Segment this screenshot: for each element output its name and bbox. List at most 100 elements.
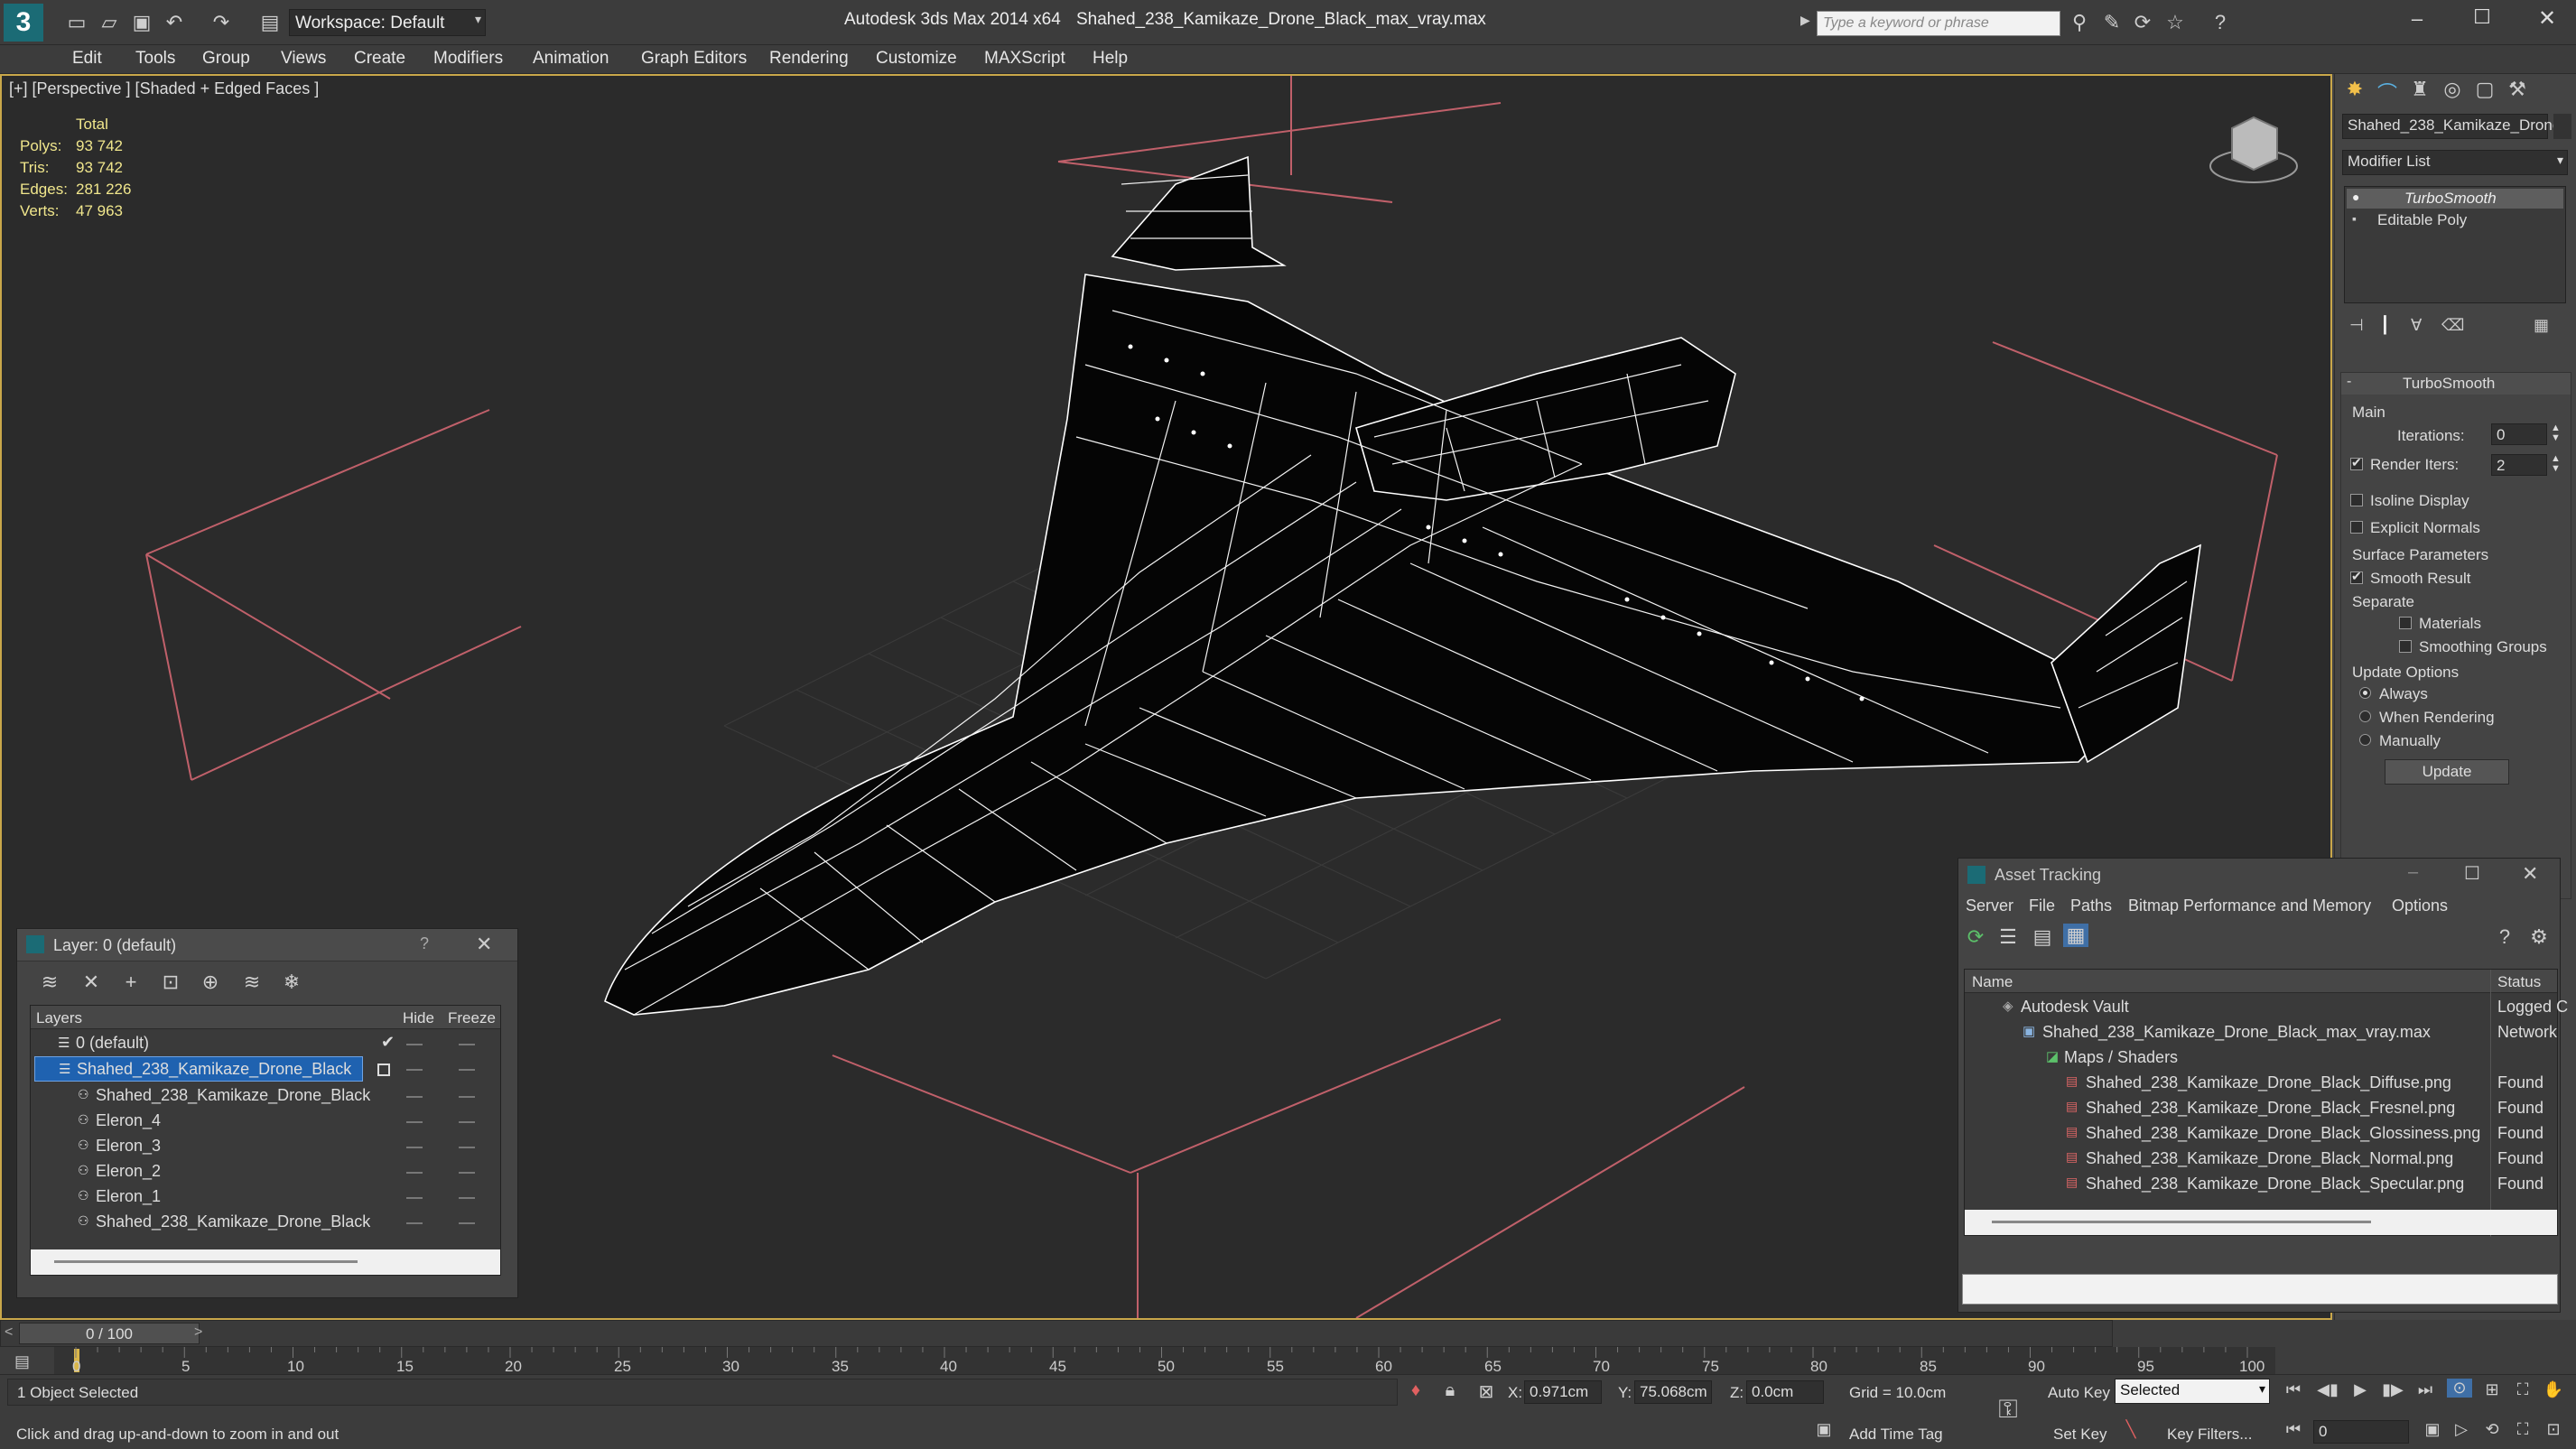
make-unique-icon[interactable]: ∀ <box>2411 316 2432 338</box>
list-view-icon[interactable]: ☰ <box>1996 925 2020 949</box>
next-key-icon[interactable]: ▮▶ <box>2380 1380 2405 1399</box>
spinner-arrows-icon[interactable]: ▲ ▼ <box>2551 423 2561 443</box>
asset-row[interactable]: ▤ Shahed_238_Kamikaze_Drone_Black_Specul… <box>1965 1172 2557 1197</box>
hide-toggle[interactable] <box>406 1096 423 1098</box>
open-file-icon[interactable]: ▱ <box>98 11 121 34</box>
asset-menu-file[interactable]: File <box>2029 896 2055 915</box>
create-tab-icon[interactable]: ✸ <box>2342 78 2367 103</box>
create-layer-icon[interactable]: ≋ <box>37 971 62 994</box>
iterations-spinner[interactable]: 0 <box>2491 423 2547 445</box>
menu-animation[interactable]: Animation <box>533 49 609 69</box>
smoothing-groups-checkbox[interactable] <box>2399 640 2412 653</box>
hide-toggle[interactable] <box>406 1172 423 1174</box>
layer-current-toggle[interactable] <box>377 1064 390 1076</box>
play-icon[interactable]: ▶ <box>2348 1380 2373 1399</box>
smooth-result-checkbox[interactable] <box>2350 569 2363 584</box>
hierarchy-tab-icon[interactable]: ♜ <box>2407 78 2432 103</box>
stack-item-editable-poly[interactable]: ▪ Editable Poly <box>2347 210 2563 230</box>
project-folder-icon[interactable]: ▤ <box>258 11 282 34</box>
layer-row[interactable]: ⚇ Eleron_4 <box>31 1109 500 1134</box>
horizontal-scrollbar[interactable] <box>31 1249 500 1275</box>
app-logo-icon[interactable]: 3 <box>4 4 43 42</box>
menu-customize[interactable]: Customize <box>876 49 957 69</box>
highlight-layer-icon[interactable]: ⊕ <box>198 971 223 994</box>
layer-window-titlebar[interactable]: Layer: 0 (default) ? ✕ <box>17 929 517 961</box>
freeze-toggle[interactable] <box>459 1197 475 1199</box>
pan-view-icon[interactable]: ✋ <box>2541 1380 2566 1399</box>
explicit-normals-checkbox[interactable] <box>2350 521 2363 534</box>
workspace-dropdown[interactable]: Workspace: Default ▾ <box>289 9 486 36</box>
key-mode-icon[interactable]: ⏮ <box>2281 1420 2306 1439</box>
scrollbar-thumb[interactable] <box>54 1260 358 1263</box>
help-icon[interactable]: ? <box>2209 11 2232 34</box>
delete-layer-icon[interactable]: ✕ <box>79 971 104 994</box>
asset-menu-server[interactable]: Server <box>1966 896 2013 915</box>
modify-tab-icon[interactable]: ⌒ <box>2375 78 2400 105</box>
close-icon[interactable]: ✕ <box>476 933 492 956</box>
active-layer-checkmark-icon[interactable]: ✔ <box>381 1033 395 1052</box>
freeze-toggle[interactable] <box>459 1172 475 1174</box>
layer-row[interactable]: ⚇ Eleron_1 <box>31 1184 500 1210</box>
asset-row[interactable]: ▤ Shahed_238_Kamikaze_Drone_Black_Fresne… <box>1965 1096 2557 1121</box>
render-iters-spinner[interactable]: 2 <box>2491 454 2547 476</box>
maximize-icon[interactable]: ☐ <box>2464 862 2480 885</box>
maximize-viewport-icon[interactable]: ⛶ <box>2510 1420 2535 1439</box>
materials-checkbox[interactable] <box>2399 617 2412 629</box>
hide-toggle[interactable] <box>406 1121 423 1123</box>
goto-start-icon[interactable]: ⏮ <box>2281 1380 2306 1399</box>
next-frame-icon[interactable]: > <box>194 1324 202 1341</box>
z-coordinate-field[interactable]: 0.0cm <box>1746 1380 1824 1404</box>
field-of-view-icon[interactable]: ⛶ <box>2510 1380 2535 1399</box>
hide-all-icon[interactable]: ≋ <box>239 971 265 994</box>
key-selection-dropdown[interactable]: Selected ▾ <box>2115 1379 2270 1404</box>
layer-row[interactable]: ⚇ Shahed_238_Kamikaze_Drone_Black <box>31 1083 500 1109</box>
manually-radio[interactable] <box>2359 734 2371 746</box>
auto-key-button[interactable]: Auto Key <box>2048 1384 2110 1402</box>
favorites-icon[interactable]: ☆ <box>2163 11 2187 34</box>
time-tag-icon[interactable]: ▣ <box>1813 1420 1835 1439</box>
menu-maxscript[interactable]: MAXScript <box>984 49 1065 69</box>
asset-menu-options[interactable]: Options <box>2392 896 2448 915</box>
display-tab-icon[interactable]: ▢ <box>2472 78 2497 103</box>
hide-toggle[interactable] <box>406 1147 423 1148</box>
isolate-selection-icon[interactable]: ♦ <box>1405 1380 1427 1401</box>
menu-create[interactable]: Create <box>354 49 405 69</box>
layer-help-button[interactable]: ? <box>420 934 429 953</box>
show-end-result-icon[interactable]: ┃ <box>2380 316 2402 338</box>
current-frame-field[interactable]: 0 <box>2313 1420 2409 1444</box>
freeze-toggle[interactable] <box>459 1121 475 1123</box>
key-icon[interactable]: ⚿ <box>1992 1395 2024 1425</box>
freeze-toggle[interactable] <box>459 1044 475 1045</box>
save-icon[interactable]: ▣ <box>130 11 153 34</box>
isoline-checkbox[interactable] <box>2350 494 2363 506</box>
stack-item-turbosmooth[interactable]: ● TurboSmooth <box>2347 189 2563 209</box>
table-view-icon[interactable]: ▤ <box>2031 925 2054 949</box>
exchange-icon[interactable]: ⟳ <box>2131 11 2154 34</box>
track-bar-toggle-icon[interactable]: ▤ <box>14 1352 40 1372</box>
layer-row[interactable]: ⚇ Shahed_238_Kamikaze_Drone_Black <box>31 1210 500 1235</box>
time-slider[interactable]: < 0 / 100 > <box>0 1320 2113 1347</box>
freeze-toggle[interactable] <box>459 1222 475 1224</box>
absolute-mode-icon[interactable]: ⊠ <box>1475 1380 1497 1403</box>
layer-row[interactable]: ⚇ Eleron_3 <box>31 1134 500 1159</box>
expand-icon[interactable]: ▪ <box>2352 211 2357 226</box>
select-objects-icon[interactable]: ⊡ <box>158 971 183 994</box>
col-hide[interactable]: Hide <box>403 1009 434 1027</box>
y-coordinate-field[interactable]: 75.068cm <box>1634 1380 1712 1404</box>
utilities-tab-icon[interactable]: ⚒ <box>2505 78 2530 103</box>
asset-path-field[interactable] <box>1962 1274 2558 1305</box>
menu-edit[interactable]: Edit <box>72 49 102 69</box>
layer-row-selected[interactable]: ☰ Shahed_238_Kamikaze_Drone_Black <box>34 1056 363 1082</box>
col-layers[interactable]: Layers <box>36 1009 82 1027</box>
asset-row[interactable]: ◪ Maps / Shaders <box>1965 1045 2557 1071</box>
layer-row[interactable]: ⚇ Eleron_2 <box>31 1159 500 1184</box>
menu-modifiers[interactable]: Modifiers <box>433 49 503 69</box>
tools-icon[interactable]: ✎ <box>2100 11 2124 34</box>
freeze-toggle[interactable] <box>459 1147 475 1148</box>
add-time-tag[interactable]: Add Time Tag <box>1849 1426 1943 1444</box>
help-icon[interactable]: ? <box>2493 925 2516 949</box>
zoom-extents-icon[interactable]: ⊙ <box>2447 1379 2472 1398</box>
scrollbar-thumb[interactable] <box>1992 1221 2371 1223</box>
key-filters-button[interactable]: Key Filters... <box>2167 1426 2252 1444</box>
close-button[interactable]: ✕ <box>2534 5 2561 33</box>
